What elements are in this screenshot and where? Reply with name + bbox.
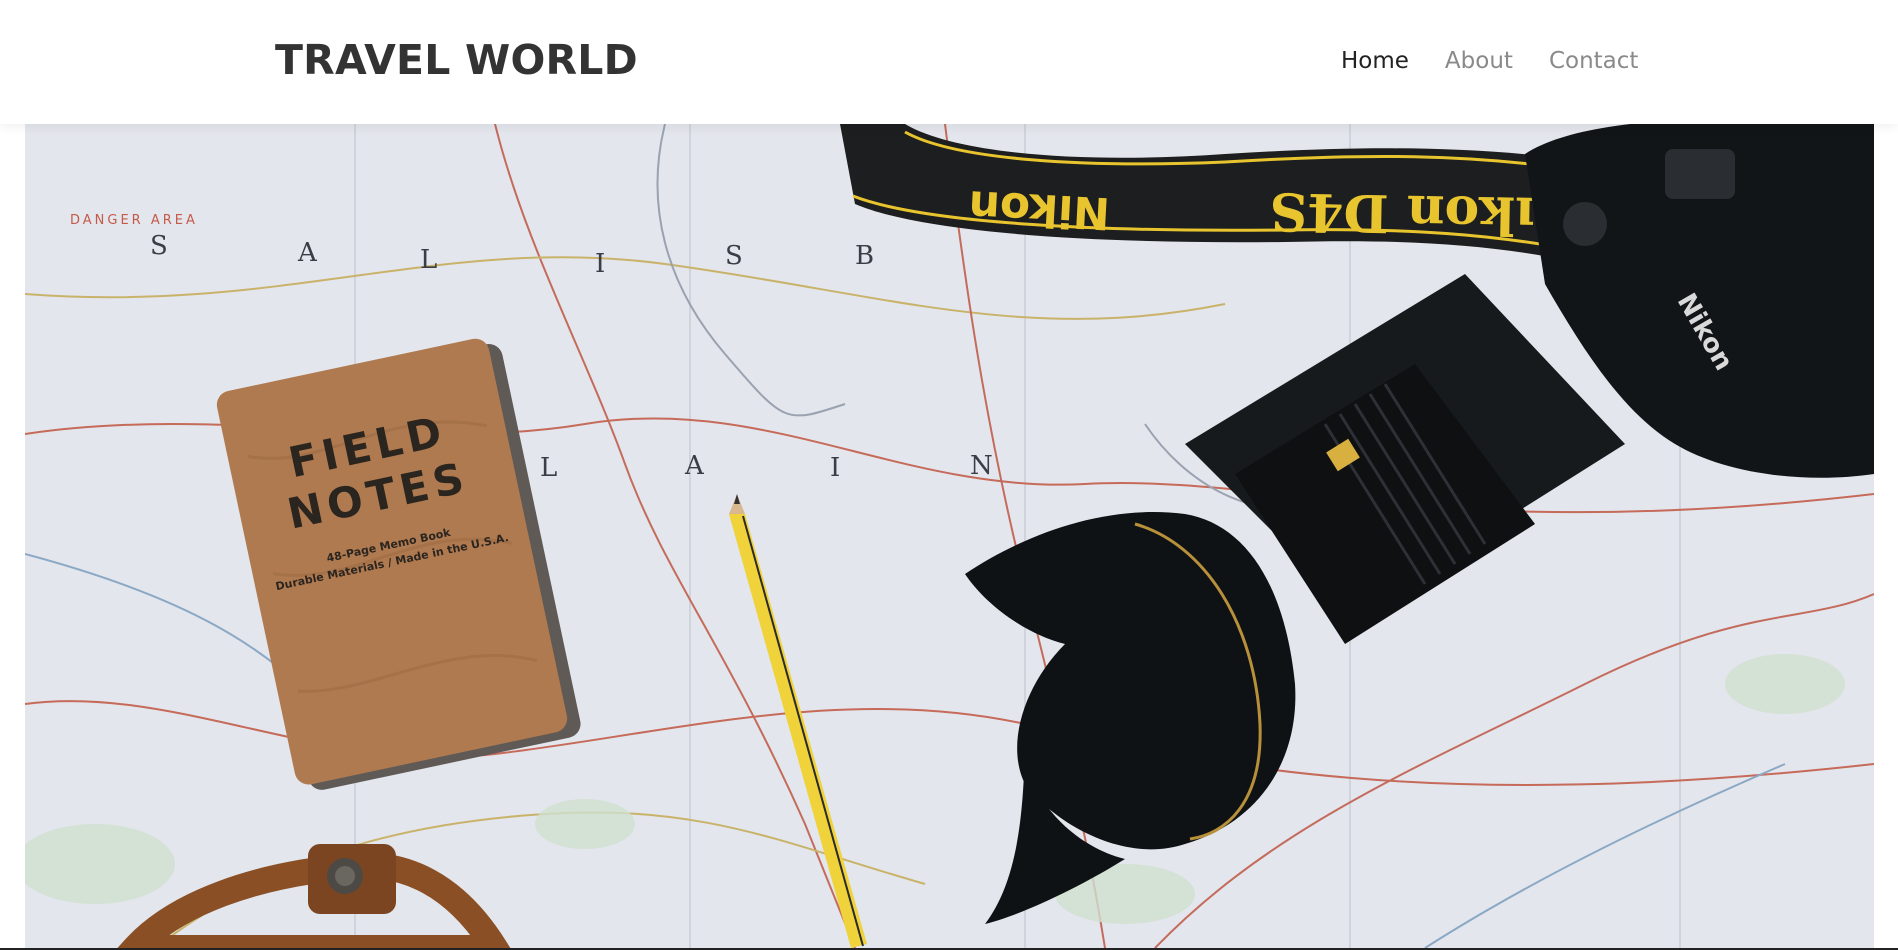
- svg-text:S: S: [150, 231, 168, 261]
- svg-text:L: L: [420, 245, 437, 275]
- svg-text:S: S: [725, 241, 743, 271]
- svg-text:I: I: [595, 249, 605, 279]
- nav-contact-link[interactable]: Contact: [1549, 48, 1638, 74]
- svg-text:L: L: [540, 453, 557, 483]
- svg-text:I: I: [830, 453, 840, 483]
- nav-home-link[interactable]: Home: [1341, 48, 1409, 74]
- svg-text:N: N: [970, 451, 993, 481]
- hero-image: DANGER AREA S A L I S B L A I N Nikon ık…: [25, 124, 1874, 948]
- strap-text-2: ıkon D4S: [1269, 180, 1535, 246]
- svg-text:B: B: [855, 241, 874, 271]
- map-danger-label: DANGER AREA: [70, 213, 198, 228]
- hero-illustration: DANGER AREA S A L I S B L A I N Nikon ık…: [25, 124, 1874, 948]
- svg-text:A: A: [684, 451, 705, 481]
- svg-text:A: A: [297, 238, 318, 268]
- nav-about-link[interactable]: About: [1445, 48, 1513, 74]
- strap-text-1: Nikon: [967, 180, 1111, 238]
- main-nav: Home About Contact: [1341, 48, 1638, 74]
- site-brand[interactable]: TRAVEL WORLD: [275, 36, 638, 84]
- site-header: TRAVEL WORLD Home About Contact: [0, 0, 1898, 124]
